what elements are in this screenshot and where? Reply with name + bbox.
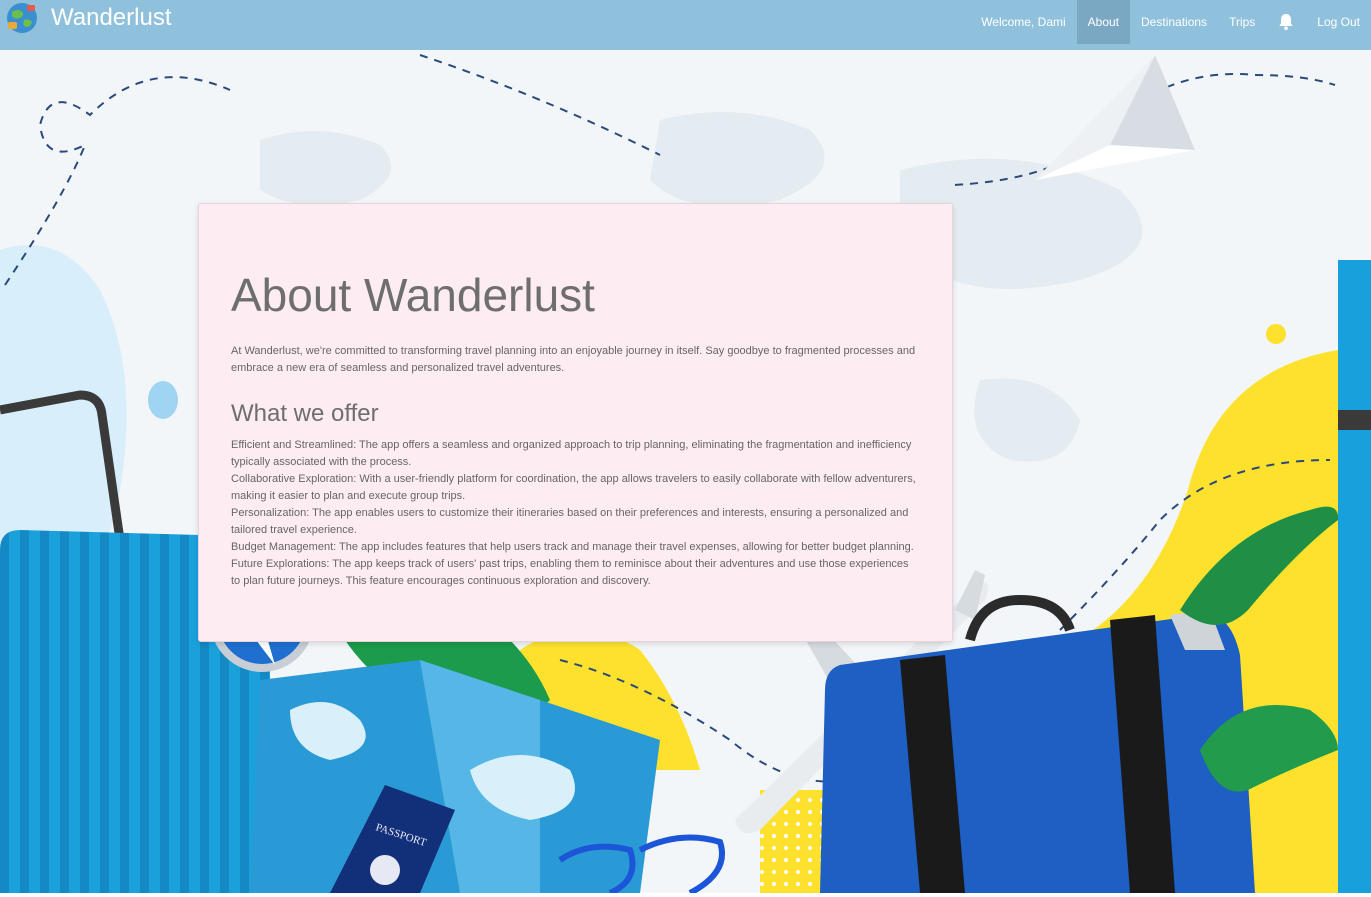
- footer-strip: [0, 893, 1371, 897]
- brand[interactable]: Wanderlust: [4, 0, 172, 50]
- about-title: About Wanderlust: [231, 269, 595, 321]
- bell-icon: [1279, 14, 1293, 30]
- brand-name: Wanderlust: [51, 4, 172, 31]
- nav-trips-link[interactable]: Trips: [1218, 0, 1266, 44]
- offer-item: Collaborative Exploration: With a user-f…: [231, 473, 916, 502]
- offer-item: Budget Management: The app includes feat…: [231, 541, 914, 553]
- nav-destinations-link[interactable]: Destinations: [1130, 0, 1218, 44]
- welcome-text: Welcome, Dami: [981, 15, 1066, 29]
- offer-item: Future Explorations: The app keeps track…: [231, 558, 909, 587]
- offer-item: Efficient and Streamlined: The app offer…: [231, 439, 912, 468]
- logout-link[interactable]: Log Out: [1306, 0, 1371, 44]
- about-card: About Wanderlust At Wanderlust, we're co…: [198, 203, 953, 642]
- hero-background: PASSPORT About Wanderlust At Wanderlust,…: [0, 50, 1371, 893]
- globe-logo-icon: [7, 3, 37, 33]
- navbar: Wanderlust Welcome, Dami About Destinati…: [0, 0, 1371, 50]
- nav-about-link[interactable]: About: [1076, 0, 1131, 44]
- offer-item: Personalization: The app enables users t…: [231, 507, 909, 536]
- about-intro: At Wanderlust, we're committed to transf…: [231, 345, 916, 374]
- offer-heading: What we offer: [231, 400, 379, 427]
- nav-right: Welcome, Dami About Destinations Trips L…: [970, 0, 1371, 44]
- notifications-button[interactable]: [1266, 0, 1306, 44]
- offer-list: Efficient and Streamlined: The app offer…: [231, 437, 920, 590]
